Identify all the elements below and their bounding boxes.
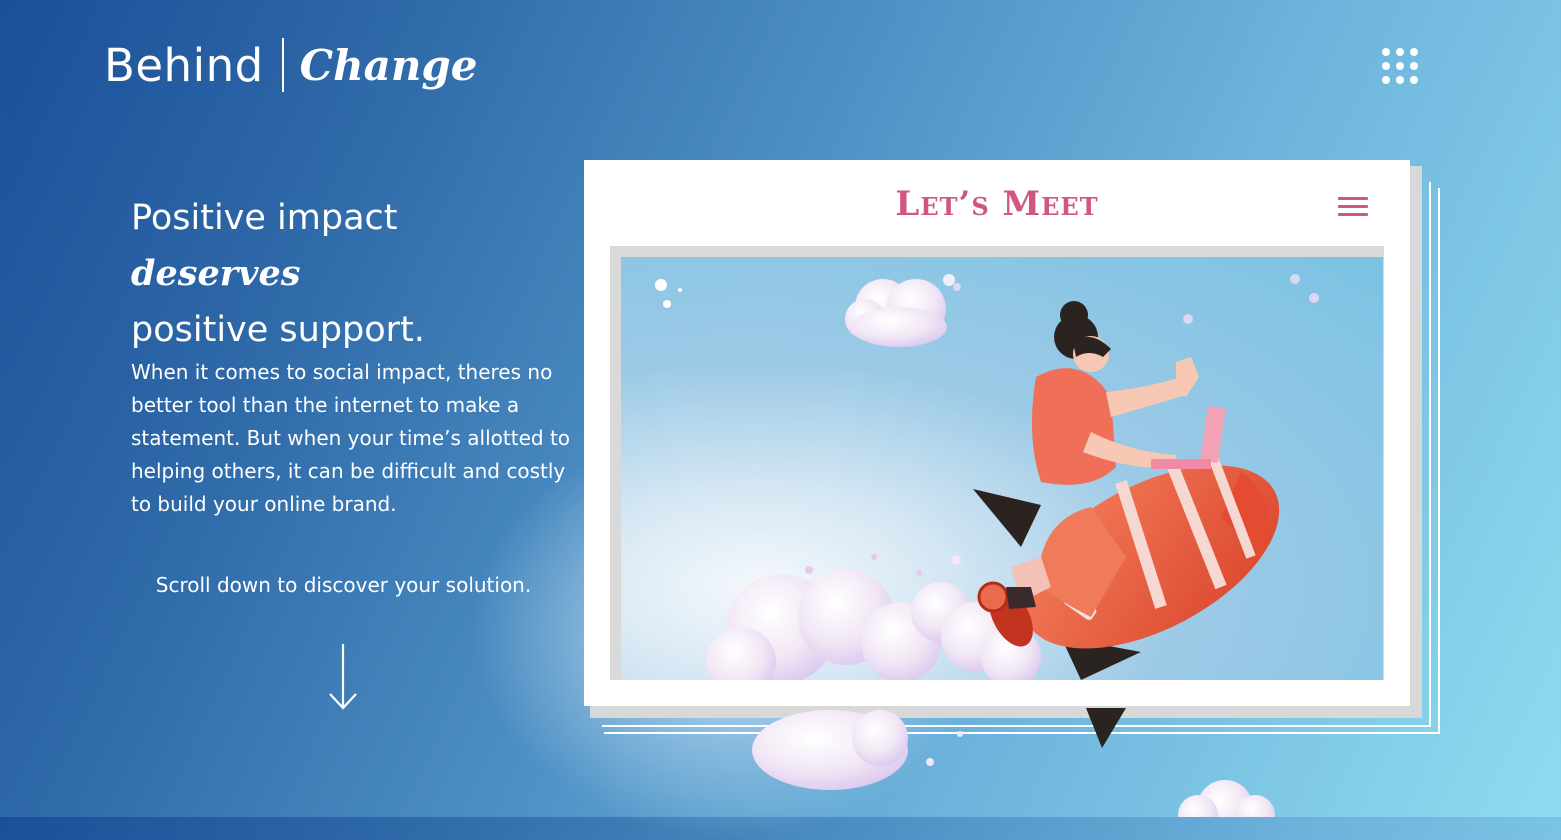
hamburger-icon[interactable] [1338,197,1368,217]
brand-name-behind: Behind [104,38,264,92]
brand-divider [281,38,284,92]
grid-dots-icon[interactable] [1382,48,1418,84]
brand-name-change: Change [299,40,478,90]
headline-end: positive support. [131,310,425,350]
headline-emphasis: deserves [131,253,301,294]
mockup-site-title: Let’s Meet [895,184,1099,224]
rocket-rider-illustration [621,257,1383,680]
headline-start: Positive impact [131,198,398,238]
hero-headline: Positive impact deserves positive suppor… [131,190,571,358]
arrow-down-icon[interactable] [327,642,359,712]
brand-logo[interactable]: Behind Change [104,38,477,92]
website-mockup: Let’s Meet [584,160,1410,706]
scroll-cta-text: Scroll down to discover your solution. [155,573,532,597]
hero-body-text: When it comes to social impact, theres n… [131,360,571,516]
